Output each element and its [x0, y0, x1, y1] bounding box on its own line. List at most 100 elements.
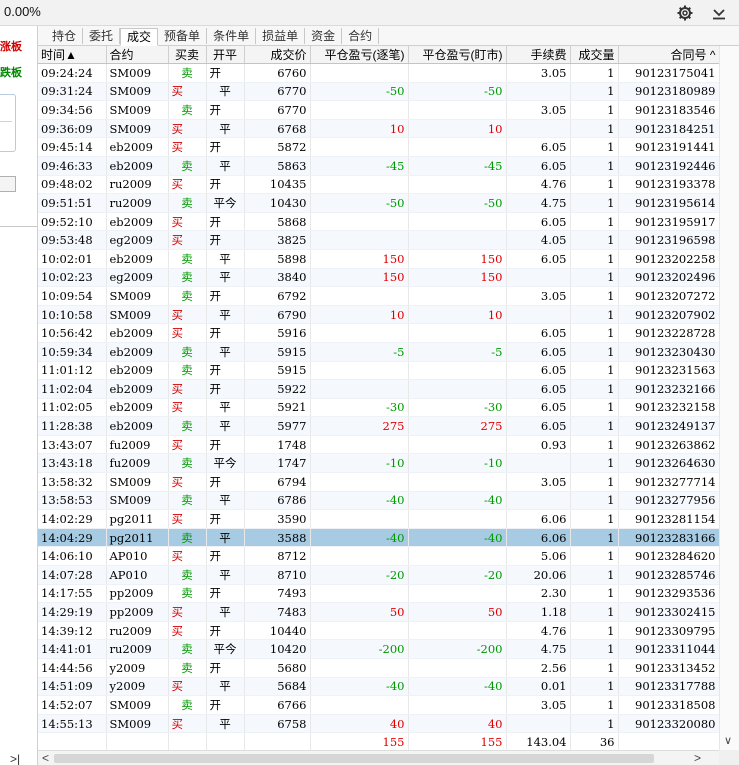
column-header-7[interactable]: 手续费 — [506, 46, 571, 64]
table-row[interactable]: 09:31:24 SM009 买平 6770 -50 -50 1 90123180989 — [38, 82, 719, 102]
table-row[interactable]: 11:01:12 eb2009 卖开 5915 6.05 1 90123231563 — [38, 361, 719, 381]
cell-col-4: 6770 — [244, 100, 311, 120]
cell-col-4: 8712 — [244, 546, 311, 567]
column-header-3[interactable]: 开平 — [206, 46, 245, 64]
table-row[interactable]: 13:43:07 fu2009 买开 1748 0.93 1 90123263862 — [38, 435, 719, 455]
cell-col-2: 买 — [168, 398, 207, 418]
table-row[interactable]: 09:51:51 ru2009 卖平今 10430 -50 -50 4.75 1 9012319… — [38, 193, 719, 213]
cell-col-5: 150 — [310, 268, 409, 288]
table-row[interactable]: 09:36:09 SM009 买平 6768 10 10 1 90123184251 — [38, 119, 719, 139]
table-row[interactable]: 11:02:05 eb2009 买平 5921 -30 -30 6.05 1 901232321… — [38, 398, 719, 418]
cell-col-5 — [310, 472, 409, 492]
collapse-down-icon[interactable] — [709, 3, 729, 23]
cell-col-8: 1 — [570, 212, 619, 232]
gear-icon[interactable] — [675, 3, 695, 23]
table-row[interactable]: 14:39:12 ru2009 买开 10440 4.76 1 90123309795 — [38, 621, 719, 641]
table-row[interactable]: 11:02:04 eb2009 买开 5922 6.05 1 90123232166 — [38, 379, 719, 399]
column-header-1[interactable]: 合约 — [106, 46, 169, 64]
cell-col-8: 1 — [570, 639, 619, 659]
table-row[interactable]: 10:02:23 eg2009 卖平 3840 150 150 1 90123202496 — [38, 268, 719, 288]
table-row[interactable]: 14:06:10 AP010 买开 8712 5.06 1 90123284620 — [38, 546, 719, 567]
cell-col-4: 8710 — [244, 565, 311, 585]
cell-col-4: 10435 — [244, 175, 311, 195]
column-header-0[interactable]: 时间▲ — [38, 46, 107, 64]
cell-col-7: 6.05 — [506, 342, 571, 362]
column-header-8[interactable]: 成交量 — [570, 46, 619, 64]
cell-col-1: SM009 — [106, 119, 169, 139]
table-row[interactable]: 13:43:18 fu2009 卖平今 1747 -10 -10 1 90123264630 — [38, 453, 719, 474]
cell-col-2: 卖 — [168, 342, 207, 362]
table-row[interactable]: 14:17:55 pp2009 卖开 7493 2.30 1 90123293536 — [38, 584, 719, 604]
tab-2[interactable]: 成交 — [120, 28, 159, 46]
column-header-5[interactable]: 平仓盈亏(逐笔) — [310, 46, 409, 64]
table-row[interactable]: 10:09:54 SM009 卖开 6792 3.05 1 90123207272 — [38, 286, 719, 306]
tab-0[interactable]: 持仓 — [46, 28, 84, 44]
table-row[interactable]: 14:55:13 SM009 买平 6758 40 40 1 90123320080 — [38, 714, 719, 734]
cell-col-2: 卖 — [168, 100, 207, 120]
cell-col-0: 10:02:23 — [38, 268, 107, 288]
cell-col-7: 6.05 — [506, 361, 571, 381]
table-row[interactable]: 09:34:56 SM009 卖开 6770 3.05 1 90123183546 — [38, 100, 719, 120]
scroll-down-icon[interactable]: ∨ — [724, 734, 732, 747]
tab-6[interactable]: 资金 — [305, 28, 343, 44]
cell-col-2: 买 — [168, 509, 207, 529]
cell-col-5 — [310, 212, 409, 232]
cell-col-7: 4.76 — [506, 175, 571, 195]
horizontal-scroll-thumb[interactable] — [54, 754, 654, 763]
tab-7[interactable]: 合约 — [342, 28, 380, 44]
table-row[interactable]: 14:04:29 pg2011 卖平 3588 -40 -40 6.06 1 901232831… — [38, 528, 719, 548]
cell-col-1: pp2009 — [106, 584, 169, 604]
vertical-scrollbar[interactable]: ∨ — [719, 46, 739, 750]
column-header-2[interactable]: 买卖 — [168, 46, 207, 64]
table-row[interactable]: 10:02:01 eb2009 卖平 5898 150 150 6.05 1 901232022… — [38, 249, 719, 269]
table-row[interactable]: 11:28:38 eb2009 卖平 5977 275 275 6.05 1 901232491… — [38, 416, 719, 436]
tab-3[interactable]: 预备单 — [158, 28, 208, 44]
table-row[interactable]: 14:07:28 AP010 卖平 8710 -20 -20 20.06 1 901232857… — [38, 565, 719, 585]
column-header-9[interactable]: 合同号 ^ — [618, 46, 719, 64]
cell-col-8: 1 — [570, 398, 619, 418]
limit-up-button[interactable]: 涨板 — [0, 38, 22, 54]
cell-col-1: ru2009 — [106, 193, 169, 213]
table-row[interactable]: 14:52:07 SM009 卖开 6766 3.05 1 90123318508 — [38, 695, 719, 715]
table-row[interactable]: 14:29:19 pp2009 买平 7483 50 50 1.18 1 90123302415 — [38, 602, 719, 622]
tab-4[interactable]: 条件单 — [207, 28, 257, 44]
cell-col-1: AP010 — [106, 565, 169, 585]
tab-1[interactable]: 委托 — [83, 28, 121, 44]
cell-col-9: 90123309795 — [618, 621, 719, 641]
table-row[interactable]: 09:46:33 eb2009 卖平 5863 -45 -45 6.05 1 901231924… — [38, 156, 719, 176]
cell-col-1: SM009 — [106, 695, 169, 715]
table-row[interactable]: 13:58:32 SM009 买开 6794 3.05 1 90123277714 — [38, 472, 719, 492]
table-row[interactable]: 14:44:56 y2009 卖开 5680 2.56 1 90123313452 — [38, 658, 719, 678]
table-row[interactable]: 14:51:09 y2009 买平 5684 -40 -40 0.01 1 9012331778… — [38, 677, 719, 697]
table-row[interactable]: 10:56:42 eb2009 买开 5916 6.05 1 90123228728 — [38, 323, 719, 343]
expand-panel-icon[interactable]: >| — [10, 752, 20, 765]
table-row[interactable]: 10:10:58 SM009 买平 6790 10 10 1 90123207902 — [38, 305, 719, 325]
table-row[interactable]: 09:52:10 eb2009 买开 5868 6.05 1 90123195917 — [38, 212, 719, 232]
cell-col-3: 平 — [206, 714, 245, 734]
column-header-6[interactable]: 平仓盈亏(盯市) — [408, 46, 507, 64]
left-input-box[interactable] — [0, 94, 16, 152]
column-header-4[interactable]: 成交价 — [244, 46, 311, 64]
table-row[interactable]: 14:41:01 ru2009 卖平今 10420 -200 -200 4.75 1 90123… — [38, 639, 719, 659]
scroll-right-icon[interactable]: > — [694, 751, 701, 765]
tab-5[interactable]: 损益单 — [256, 28, 306, 44]
cell-col-2: 卖 — [168, 286, 207, 306]
cell-col-4: 10430 — [244, 193, 311, 213]
table-row[interactable]: 09:53:48 eg2009 买开 3825 4.05 1 90123196598 — [38, 230, 719, 250]
cell-col-6 — [408, 584, 507, 604]
limit-down-button[interactable]: 跌板 — [0, 64, 22, 80]
cell-col-8: 1 — [570, 472, 619, 492]
scroll-left-icon[interactable]: < — [42, 751, 49, 765]
cell-col-4: 3588 — [244, 528, 311, 548]
horizontal-scrollbar[interactable]: < > — [38, 750, 719, 765]
cell-col-8: 1 — [570, 379, 619, 399]
left-small-button[interactable] — [0, 176, 16, 192]
cell-col-9: 90123183546 — [618, 100, 719, 120]
table-row[interactable]: 09:45:14 eb2009 买开 5872 6.05 1 90123191441 — [38, 137, 719, 157]
table-row[interactable]: 14:02:29 pg2011 买开 3590 6.06 1 90123281154 — [38, 509, 719, 529]
table-row[interactable]: 09:24:24 SM009 卖开 6760 3.05 1 90123175041 — [38, 63, 719, 83]
table-row[interactable]: 13:58:53 SM009 卖平 6786 -40 -40 1 90123277956 — [38, 491, 719, 511]
table-row[interactable]: 10:59:34 eb2009 卖平 5915 -5 -5 6.05 1 90123230430 — [38, 342, 719, 362]
cell-col-3: 开 — [206, 658, 245, 678]
table-row[interactable]: 09:48:02 ru2009 买开 10435 4.76 1 90123193378 — [38, 175, 719, 195]
